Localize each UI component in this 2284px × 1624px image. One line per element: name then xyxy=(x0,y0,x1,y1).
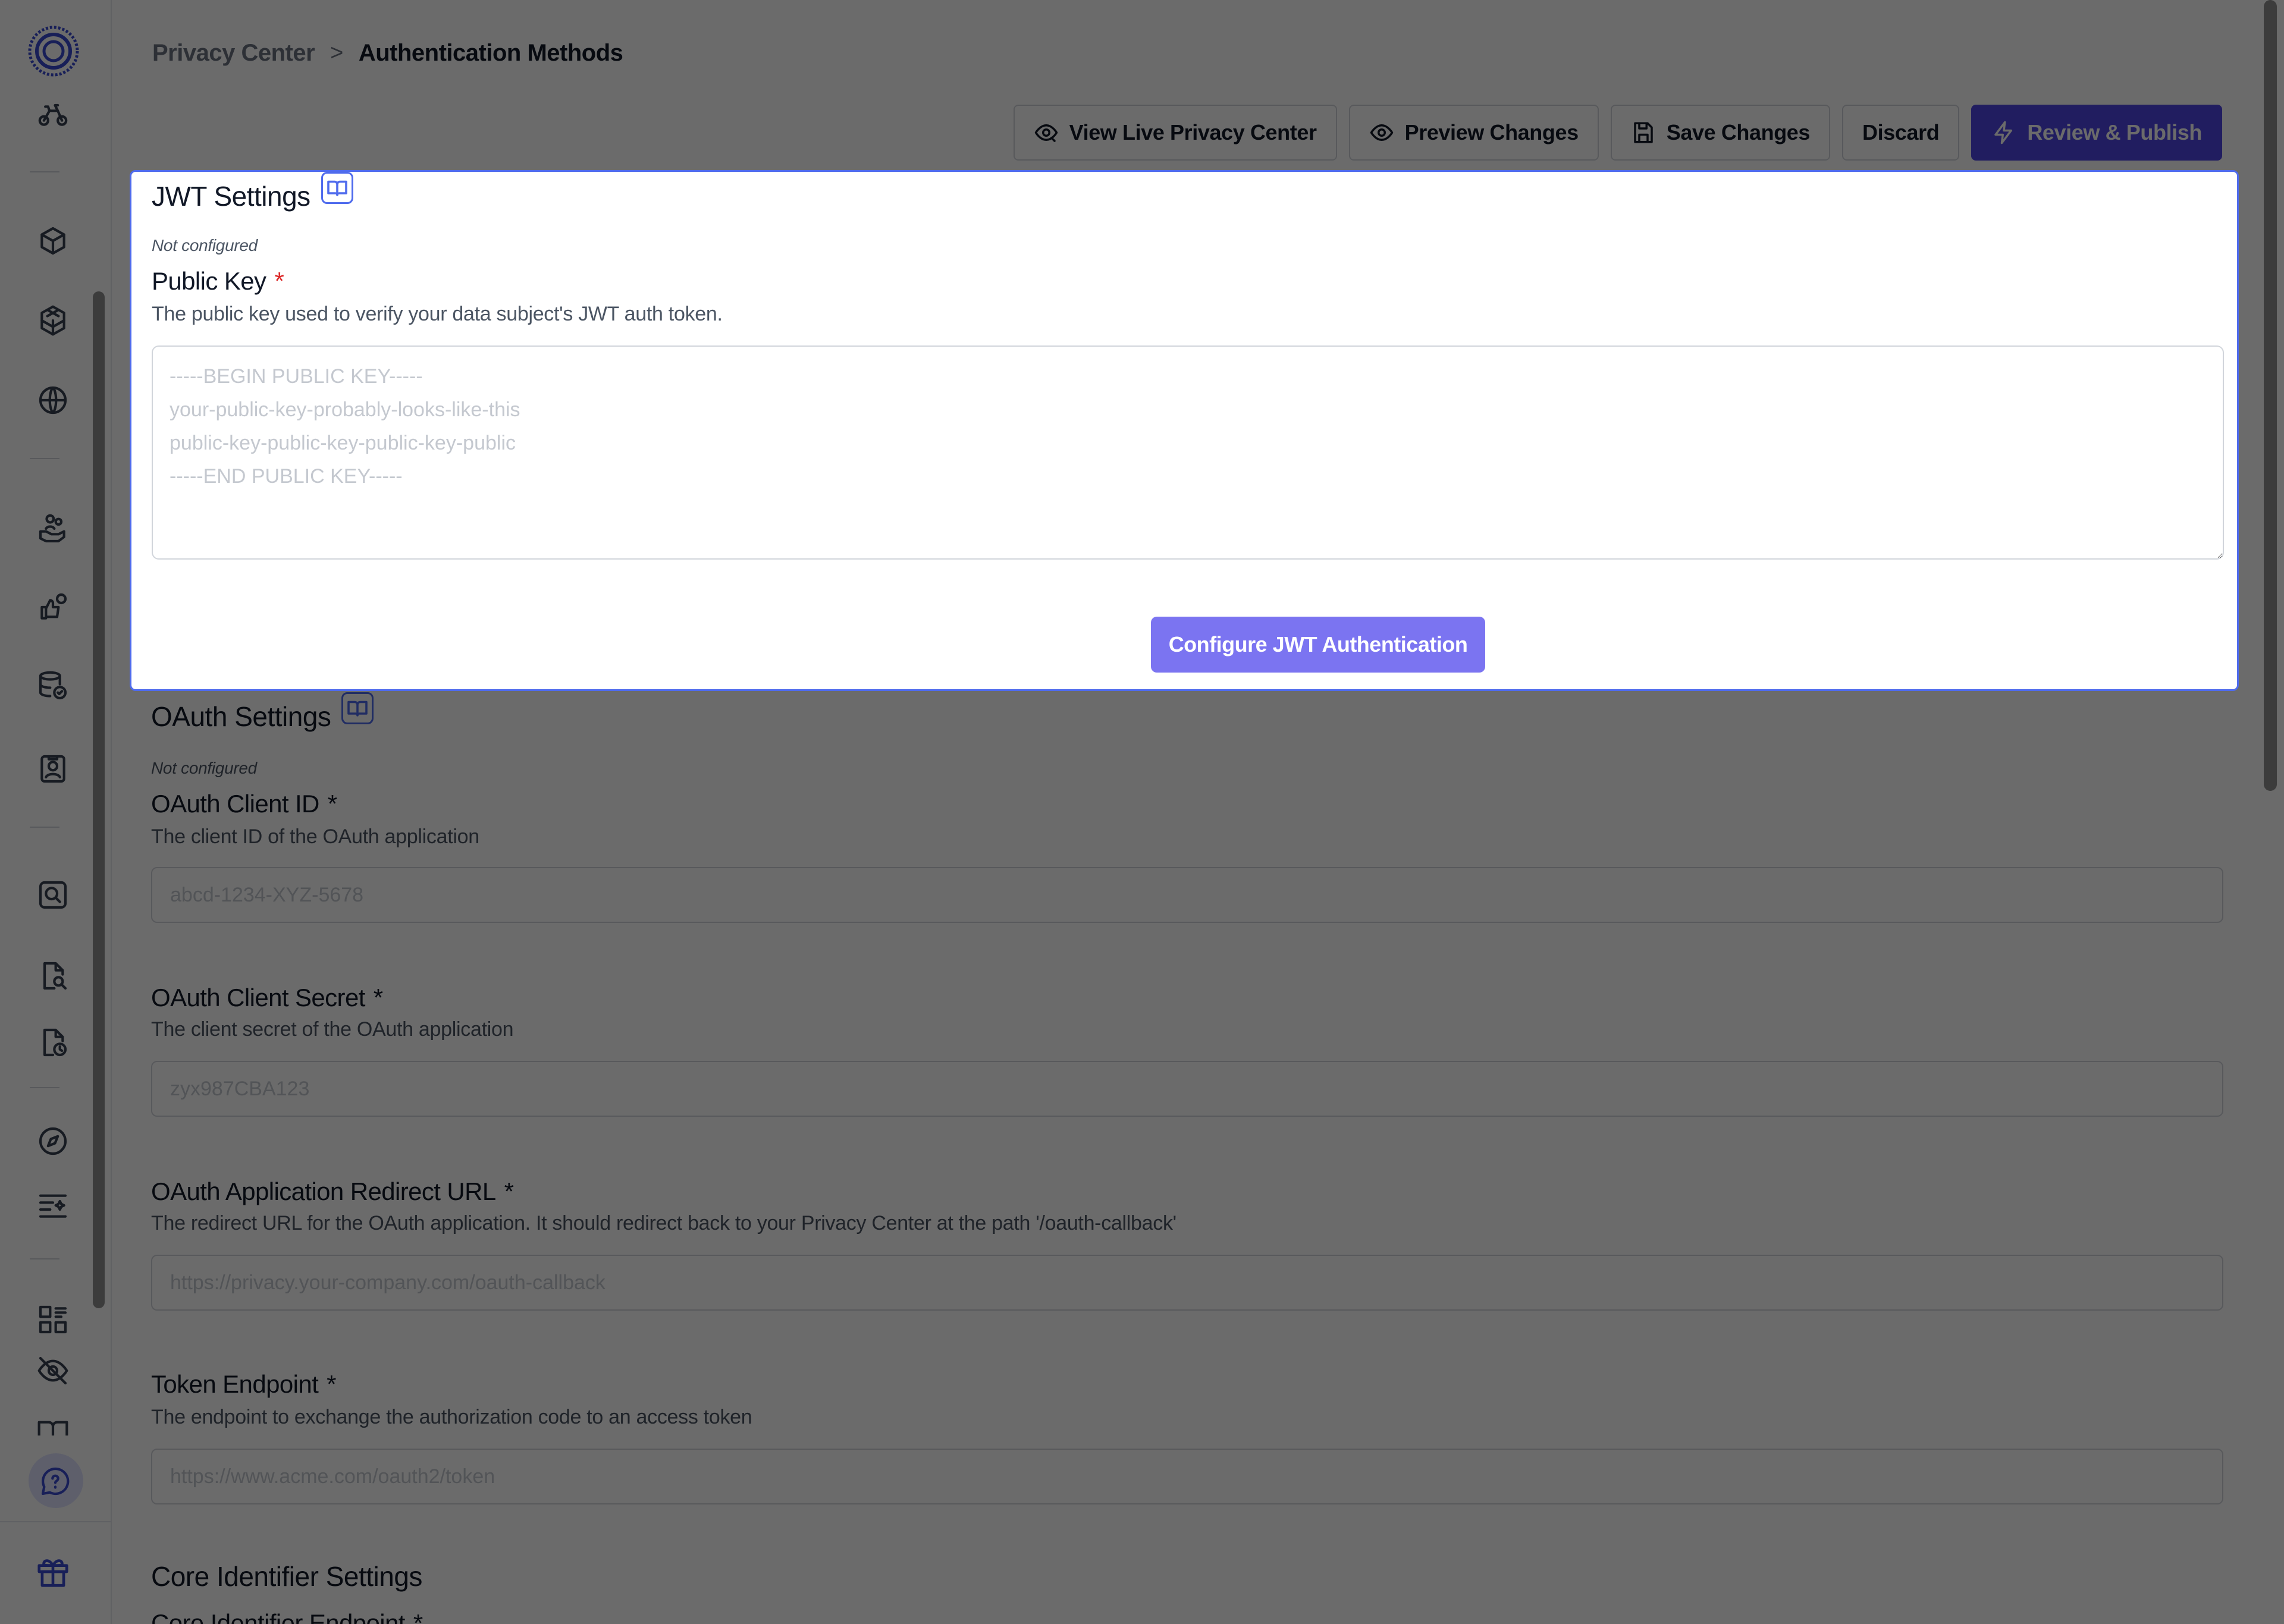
breadcrumb: Privacy Center > Authentication Methods xyxy=(152,38,623,68)
oauth-client-secret-label: OAuth Client Secret * xyxy=(151,984,383,1012)
jwt-section-title: JWT Settings xyxy=(152,172,353,212)
file-clock-icon[interactable] xyxy=(34,1024,71,1061)
sidebar-divider xyxy=(30,1087,59,1088)
breadcrumb-current: Authentication Methods xyxy=(358,39,623,66)
eye-off-icon[interactable] xyxy=(34,1352,71,1389)
jwt-settings-card: JWT Settings Not configured Public Key * … xyxy=(130,170,2239,691)
eye-icon xyxy=(1370,124,1393,141)
eye-live-icon xyxy=(1034,124,1058,142)
required-mark: * xyxy=(504,1177,514,1205)
save-button[interactable]: Save Changes xyxy=(1610,105,1831,161)
breadcrumb-parent[interactable]: Privacy Center xyxy=(152,40,315,67)
label-text: Token Endpoint xyxy=(151,1370,319,1398)
chevron-right-icon: > xyxy=(330,40,343,65)
oauth-redirect-url-input[interactable] xyxy=(151,1255,2223,1311)
lightning-icon xyxy=(1994,121,2013,145)
preview-label: Preview Changes xyxy=(1404,120,1579,145)
public-key-help: The public key used to verify your data … xyxy=(152,303,723,325)
oauth-client-id-help: The client ID of the OAuth application xyxy=(151,825,479,848)
required-mark: * xyxy=(327,790,337,818)
app-logo[interactable] xyxy=(26,24,81,78)
cube-stack-icon[interactable] xyxy=(34,302,71,339)
toolbar: View Live Privacy Center Preview Changes… xyxy=(1013,105,2222,161)
preview-button[interactable]: Preview Changes xyxy=(1348,105,1599,161)
public-key-label: Public Key * xyxy=(152,267,284,296)
sidebar xyxy=(0,0,112,1624)
gift-icon[interactable] xyxy=(34,1553,71,1590)
oauth-redirect-url-help: The redirect URL for the OAuth applicati… xyxy=(151,1212,1176,1235)
save-label: Save Changes xyxy=(1666,120,1811,145)
file-search-icon[interactable] xyxy=(34,957,71,994)
hand-people-icon[interactable] xyxy=(34,510,71,547)
label-text: OAuth Client Secret xyxy=(151,984,365,1012)
thumbs-link-icon[interactable] xyxy=(34,589,71,626)
database-check-icon[interactable] xyxy=(34,667,71,704)
token-endpoint-label: Token Endpoint * xyxy=(151,1370,336,1399)
save-icon xyxy=(1633,122,1653,143)
compass-icon[interactable] xyxy=(34,1123,71,1160)
oauth-client-secret-input[interactable] xyxy=(151,1061,2223,1117)
required-mark: * xyxy=(274,267,284,295)
list-sparkle-icon[interactable] xyxy=(34,1187,71,1224)
bike-icon[interactable] xyxy=(34,95,71,132)
required-mark: * xyxy=(413,1609,423,1624)
oauth-client-secret-help: The client secret of the OAuth applicati… xyxy=(151,1018,514,1041)
view-live-label: View Live Privacy Center xyxy=(1069,120,1317,145)
sidebar-divider xyxy=(30,1258,59,1259)
sidebar-divider xyxy=(0,1521,112,1522)
jwt-title-text: JWT Settings xyxy=(152,181,310,212)
token-endpoint-help: The endpoint to exchange the authorizati… xyxy=(151,1406,752,1428)
oauth-title-text: OAuth Settings xyxy=(151,701,331,732)
book-icon[interactable] xyxy=(341,692,374,724)
required-mark: * xyxy=(327,1370,336,1398)
logo-icon xyxy=(28,26,79,77)
box-icon[interactable] xyxy=(34,222,71,259)
globe-icon[interactable] xyxy=(34,382,71,419)
oauth-status: Not configured xyxy=(151,759,257,777)
layout-grid-icon[interactable] xyxy=(34,1301,71,1338)
sidebar-divider xyxy=(30,827,59,828)
sidebar-divider xyxy=(30,458,59,459)
token-endpoint-input[interactable] xyxy=(151,1449,2223,1504)
oauth-client-id-label: OAuth Client ID * xyxy=(151,790,337,818)
label-text: Core Identifier Endpoint xyxy=(151,1609,405,1624)
configure-jwt-button[interactable]: Configure JWT Authentication xyxy=(1151,617,1485,673)
oauth-section-title: OAuth Settings xyxy=(151,692,374,733)
book-icon[interactable] xyxy=(321,172,353,204)
oauth-redirect-url-label: OAuth Application Redirect URL * xyxy=(151,1177,514,1206)
public-key-textarea[interactable] xyxy=(152,345,2224,560)
label-text: OAuth Application Redirect URL xyxy=(151,1177,496,1205)
jwt-status: Not configured xyxy=(152,236,258,255)
review-publish-button[interactable]: Review & Publish xyxy=(1971,105,2222,161)
sidebar-scrollbar[interactable] xyxy=(93,291,105,1308)
id-badge-icon[interactable] xyxy=(34,750,71,787)
help-bubble-icon[interactable] xyxy=(37,1463,74,1500)
core-section-title: Core Identifier Settings xyxy=(151,1561,422,1592)
view-live-button[interactable]: View Live Privacy Center xyxy=(1013,105,1337,161)
book-open-icon[interactable] xyxy=(34,1415,71,1435)
review-publish-label: Review & Publish xyxy=(2027,120,2202,145)
label-text: OAuth Client ID xyxy=(151,790,319,818)
search-box-icon[interactable] xyxy=(34,877,71,913)
oauth-client-id-input[interactable] xyxy=(151,867,2223,923)
discard-label: Discard xyxy=(1862,120,1940,145)
discard-button[interactable]: Discard xyxy=(1842,105,1960,161)
label-text: Public Key xyxy=(152,267,266,295)
page-scrollbar[interactable] xyxy=(2264,0,2277,791)
sidebar-divider xyxy=(30,171,59,172)
core-endpoint-label: Core Identifier Endpoint * xyxy=(151,1609,423,1624)
required-mark: * xyxy=(373,984,383,1012)
